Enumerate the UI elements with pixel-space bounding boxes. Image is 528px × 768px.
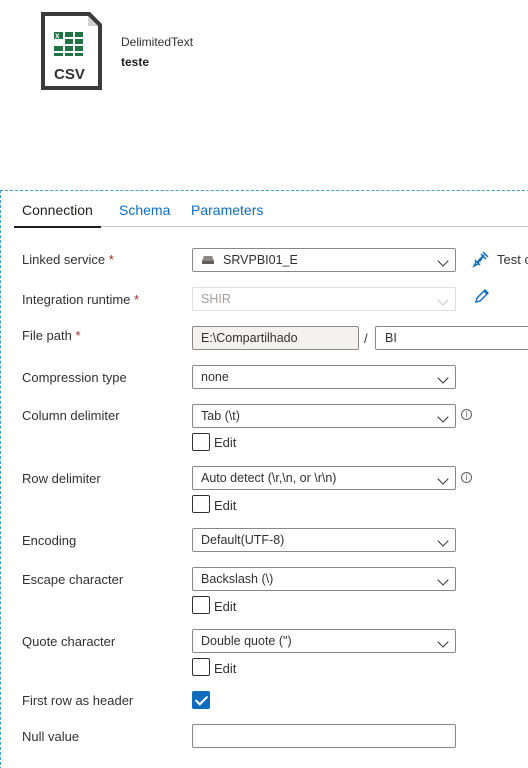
encoding-label: Encoding xyxy=(22,533,77,548)
chevron-down-icon xyxy=(437,574,449,586)
test-connection-label[interactable]: Test c xyxy=(497,252,528,267)
linked-service-label: Linked service * xyxy=(22,252,114,267)
test-connection-plug-icon[interactable] xyxy=(472,250,490,268)
svg-text:X: X xyxy=(55,34,60,41)
properties-panel: Connection Schema Parameters Linked serv… xyxy=(0,190,528,768)
escape-character-dropdown[interactable]: Backslash (\) xyxy=(192,567,456,591)
quote-character-label: Quote character xyxy=(22,634,116,649)
quote-character-edit-checkbox[interactable] xyxy=(192,658,210,676)
chevron-down-icon xyxy=(437,294,449,306)
compression-type-dropdown[interactable]: none xyxy=(192,365,456,389)
column-delimiter-label: Column delimiter xyxy=(22,408,120,423)
file-path-directory-input[interactable]: BI xyxy=(375,326,528,350)
info-icon[interactable]: i xyxy=(461,409,472,420)
chevron-down-icon xyxy=(437,535,449,547)
csv-icon-text: CSV xyxy=(54,66,85,83)
first-row-header-label: First row as header xyxy=(22,693,134,708)
escape-character-label: Escape character xyxy=(22,572,124,587)
edit-pencil-icon[interactable] xyxy=(474,288,490,304)
first-row-header-checkbox[interactable] xyxy=(192,691,210,709)
dataset-name: teste xyxy=(121,55,150,69)
row-delimiter-edit-checkbox[interactable] xyxy=(192,495,210,513)
csv-file-icon: X CSV xyxy=(41,12,102,90)
file-path-container-input[interactable]: E:\Compartilhado xyxy=(192,326,359,350)
row-delimiter-dropdown[interactable]: Auto detect (\r,\n, or \r\n) xyxy=(192,466,456,490)
dataset-header: X CSV DelimitedText teste xyxy=(0,0,528,190)
tab-schema[interactable]: Schema xyxy=(119,202,170,218)
quote-character-dropdown[interactable]: Double quote (") xyxy=(192,629,456,653)
null-value-input[interactable] xyxy=(192,724,456,748)
quote-character-edit-label: Edit xyxy=(214,661,237,676)
row-delimiter-label: Row delimiter xyxy=(22,471,101,486)
compression-type-label: Compression type xyxy=(22,370,127,385)
path-separator: / xyxy=(364,331,368,346)
null-value-label: Null value xyxy=(22,729,80,744)
linked-service-dropdown[interactable]: SRVPBI01_E xyxy=(192,248,456,272)
info-icon[interactable]: i xyxy=(461,472,472,483)
column-delimiter-edit-label: Edit xyxy=(214,435,237,450)
integration-runtime-label: Integration runtime * xyxy=(22,292,140,307)
tab-bar: Connection Schema Parameters xyxy=(14,201,528,228)
escape-character-edit-label: Edit xyxy=(214,599,237,614)
dataset-type: DelimitedText xyxy=(121,35,194,49)
tab-connection[interactable]: Connection xyxy=(14,202,101,228)
integration-runtime-dropdown: SHIR xyxy=(192,287,456,311)
column-delimiter-dropdown[interactable]: Tab (\t) xyxy=(192,404,456,428)
chevron-down-icon xyxy=(437,372,449,384)
file-path-label: File path * xyxy=(22,328,81,343)
escape-character-edit-checkbox[interactable] xyxy=(192,596,210,614)
chevron-down-icon xyxy=(437,255,449,267)
database-server-icon xyxy=(202,256,214,264)
row-delimiter-edit-label: Edit xyxy=(214,498,237,513)
column-delimiter-edit-checkbox[interactable] xyxy=(192,433,210,451)
tab-parameters[interactable]: Parameters xyxy=(191,202,263,218)
chevron-down-icon xyxy=(437,473,449,485)
chevron-down-icon xyxy=(437,636,449,648)
encoding-dropdown[interactable]: Default(UTF-8) xyxy=(192,528,456,552)
chevron-down-icon xyxy=(437,411,449,423)
